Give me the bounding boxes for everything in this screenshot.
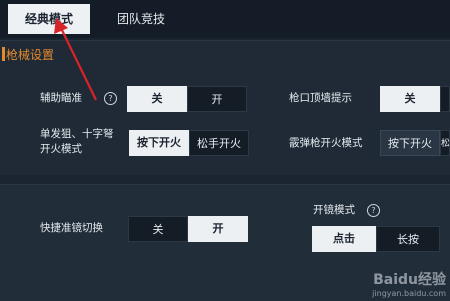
baidu-jingyan-watermark: Baidu经验 jingyan.baidu.com <box>372 269 446 298</box>
watermark-logo-text: Baidu经验 <box>373 272 446 288</box>
watermark-url: jingyan.baidu.com <box>372 289 446 298</box>
red-arrow-annotation <box>54 18 97 101</box>
